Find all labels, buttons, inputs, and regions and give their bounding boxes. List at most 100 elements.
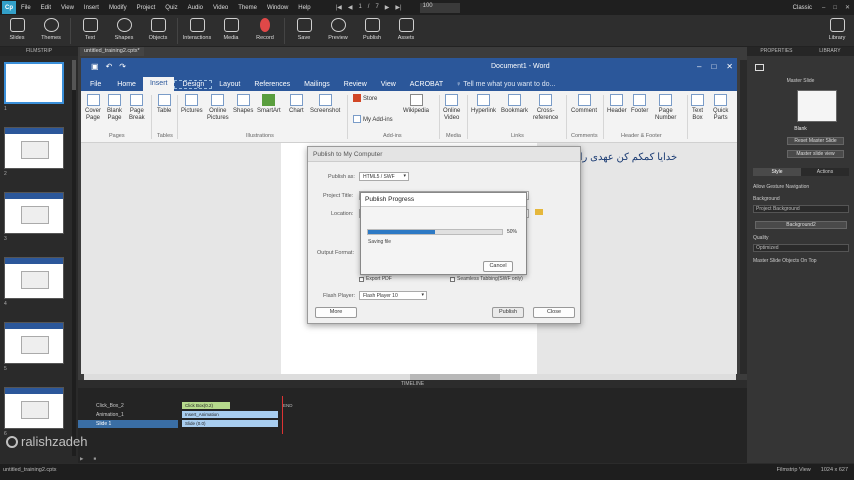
word-tab-mailings[interactable]: Mailings [297, 81, 337, 88]
pager-last-icon[interactable]: ▶| [395, 4, 401, 11]
quick-parts-button[interactable]: Quick Parts [713, 94, 728, 122]
timeline-playhead[interactable] [282, 396, 283, 434]
word-tab-file[interactable]: File [81, 81, 110, 88]
word-tab-references[interactable]: References [247, 81, 297, 88]
allow-gesture-checkbox[interactable]: Allow Gesture Navigation [753, 184, 809, 190]
menu-audio[interactable]: Audio [183, 5, 208, 11]
timeline-bar[interactable]: Insert_Animation [182, 411, 278, 418]
word-save-icon[interactable]: ▣ [91, 62, 99, 71]
menu-theme[interactable]: Theme [233, 5, 262, 11]
blank-page-button[interactable]: Blank Page [107, 94, 122, 122]
menu-quiz[interactable]: Quiz [160, 5, 182, 11]
more-button[interactable]: More [315, 307, 357, 318]
assets-button[interactable]: Assets [389, 15, 423, 47]
timeline-row[interactable]: Animation_1 [78, 411, 178, 419]
tab-properties[interactable]: PROPERTIES [760, 47, 792, 56]
menu-file[interactable]: File [16, 5, 36, 11]
quality-select[interactable]: Optimized [753, 244, 849, 252]
menu-video[interactable]: Video [208, 5, 233, 11]
interactions-button[interactable]: Interactions [180, 15, 214, 47]
pager-current[interactable]: 1 [358, 4, 361, 11]
word-tab-design[interactable]: Design [174, 79, 213, 89]
my-addins-button[interactable]: My Add-ins [353, 115, 393, 125]
pager-prev-icon[interactable]: ◀ [348, 4, 353, 11]
wikipedia-button[interactable]: Wikipedia [403, 94, 429, 115]
filmstrip-scrollbar[interactable] [72, 60, 76, 456]
hyperlink-button[interactable]: Hyperlink [471, 94, 496, 115]
tab-actions[interactable]: Actions [801, 168, 849, 176]
menu-project[interactable]: Project [132, 5, 161, 11]
word-tab-view[interactable]: View [374, 81, 403, 88]
page-number-button[interactable]: Page Number [655, 94, 676, 122]
text-box-button[interactable]: Text Box [691, 94, 704, 122]
menu-window[interactable]: Window [262, 5, 293, 11]
publish-dialog-close-button[interactable]: Close [533, 307, 575, 318]
seamless-tabbing-checkbox[interactable]: Seamless Tabbing(SWF only) [450, 276, 523, 282]
smartart-button[interactable]: SmartArt [257, 94, 281, 115]
themes-button[interactable]: Themes [34, 15, 68, 47]
word-tab-acrobat[interactable]: ACROBAT [403, 81, 450, 88]
slide-thumbnail[interactable] [4, 257, 64, 299]
timeline-play-icon[interactable]: ▶ [80, 456, 83, 462]
word-close-icon[interactable]: ✕ [726, 62, 733, 71]
word-minimize-icon[interactable]: – [697, 62, 701, 71]
undo-icon[interactable]: ↶ [106, 62, 113, 71]
zoom-select[interactable]: 100 [419, 2, 460, 13]
objects-button[interactable]: Objects [141, 15, 175, 47]
online-pictures-button[interactable]: Online Pictures [207, 94, 229, 122]
library-button[interactable]: Library [820, 15, 854, 47]
table-button[interactable]: Table [157, 94, 171, 115]
menu-help[interactable]: Help [293, 5, 315, 11]
master-slide-thumbnail[interactable] [797, 90, 837, 122]
export-pdf-checkbox[interactable]: Export PDF [359, 276, 392, 282]
timeline-row[interactable]: Slide 1 [78, 420, 178, 428]
menu-view[interactable]: View [56, 5, 79, 11]
cross-reference-button[interactable]: Cross- reference [533, 94, 558, 122]
pager-first-icon[interactable]: |◀ [336, 4, 342, 11]
slides-button[interactable]: Slides [0, 15, 34, 47]
word-tab-insert[interactable]: Insert [142, 77, 175, 91]
media-button[interactable]: Media [214, 15, 248, 47]
tab-library[interactable]: LIBRARY [819, 47, 840, 56]
workspace-mode[interactable]: Classic [793, 5, 812, 11]
word-tab-review[interactable]: Review [337, 81, 374, 88]
cancel-button[interactable]: Cancel [483, 261, 513, 272]
page-break-button[interactable]: Page Break [129, 94, 145, 122]
store-button[interactable]: Store [353, 94, 377, 104]
online-video-button[interactable]: Online Video [443, 94, 460, 122]
shapes-button[interactable]: Shapes [107, 15, 141, 47]
master-slide-view-button[interactable]: Master slide view [787, 150, 844, 158]
pager-next-icon[interactable]: ▶ [385, 4, 390, 11]
close-button[interactable]: ✕ [841, 4, 854, 11]
redo-icon[interactable]: ↷ [119, 62, 126, 71]
stage-vertical-scrollbar[interactable] [740, 60, 747, 374]
master-objects-on-top-checkbox[interactable]: Master Slide Objects On Top [753, 258, 817, 264]
menu-edit[interactable]: Edit [36, 5, 56, 11]
save-button[interactable]: Save [287, 15, 321, 47]
slide-thumbnail[interactable] [4, 387, 64, 429]
timeline-row[interactable]: Click_Box_2 [78, 402, 178, 410]
reset-master-slide-button[interactable]: Reset Master Slide [787, 137, 844, 145]
flash-player-select[interactable]: Flash Player 10 ▾ [359, 291, 427, 300]
maximize-button[interactable]: □ [829, 5, 841, 11]
timeline-stop-icon[interactable]: ■ [93, 456, 96, 462]
screenshot-button[interactable]: Screenshot [310, 94, 340, 115]
chart-button[interactable]: Chart [289, 94, 304, 115]
publish-button[interactable]: Publish [355, 15, 389, 47]
word-restore-icon[interactable]: □ [711, 62, 716, 71]
word-tab-layout[interactable]: Layout [212, 81, 247, 88]
slide-thumbnail[interactable] [4, 192, 64, 234]
menu-insert[interactable]: Insert [79, 5, 104, 11]
slide-thumbnail[interactable] [4, 127, 64, 169]
text-button[interactable]: Text [73, 15, 107, 47]
bookmark-button[interactable]: Bookmark [501, 94, 528, 115]
menu-modify[interactable]: Modify [104, 5, 132, 11]
tell-me-search[interactable]: ♀ Tell me what you want to do... [456, 81, 555, 88]
word-tab-home[interactable]: Home [110, 81, 143, 88]
preview-button[interactable]: Preview [321, 15, 355, 47]
background2-swatch[interactable]: Background2 [755, 221, 847, 229]
folder-icon[interactable] [535, 209, 543, 215]
timeline-bar[interactable]: Click Box(0.2) [182, 402, 230, 409]
slide-thumbnail[interactable] [4, 322, 64, 364]
minimize-button[interactable]: – [818, 5, 829, 11]
